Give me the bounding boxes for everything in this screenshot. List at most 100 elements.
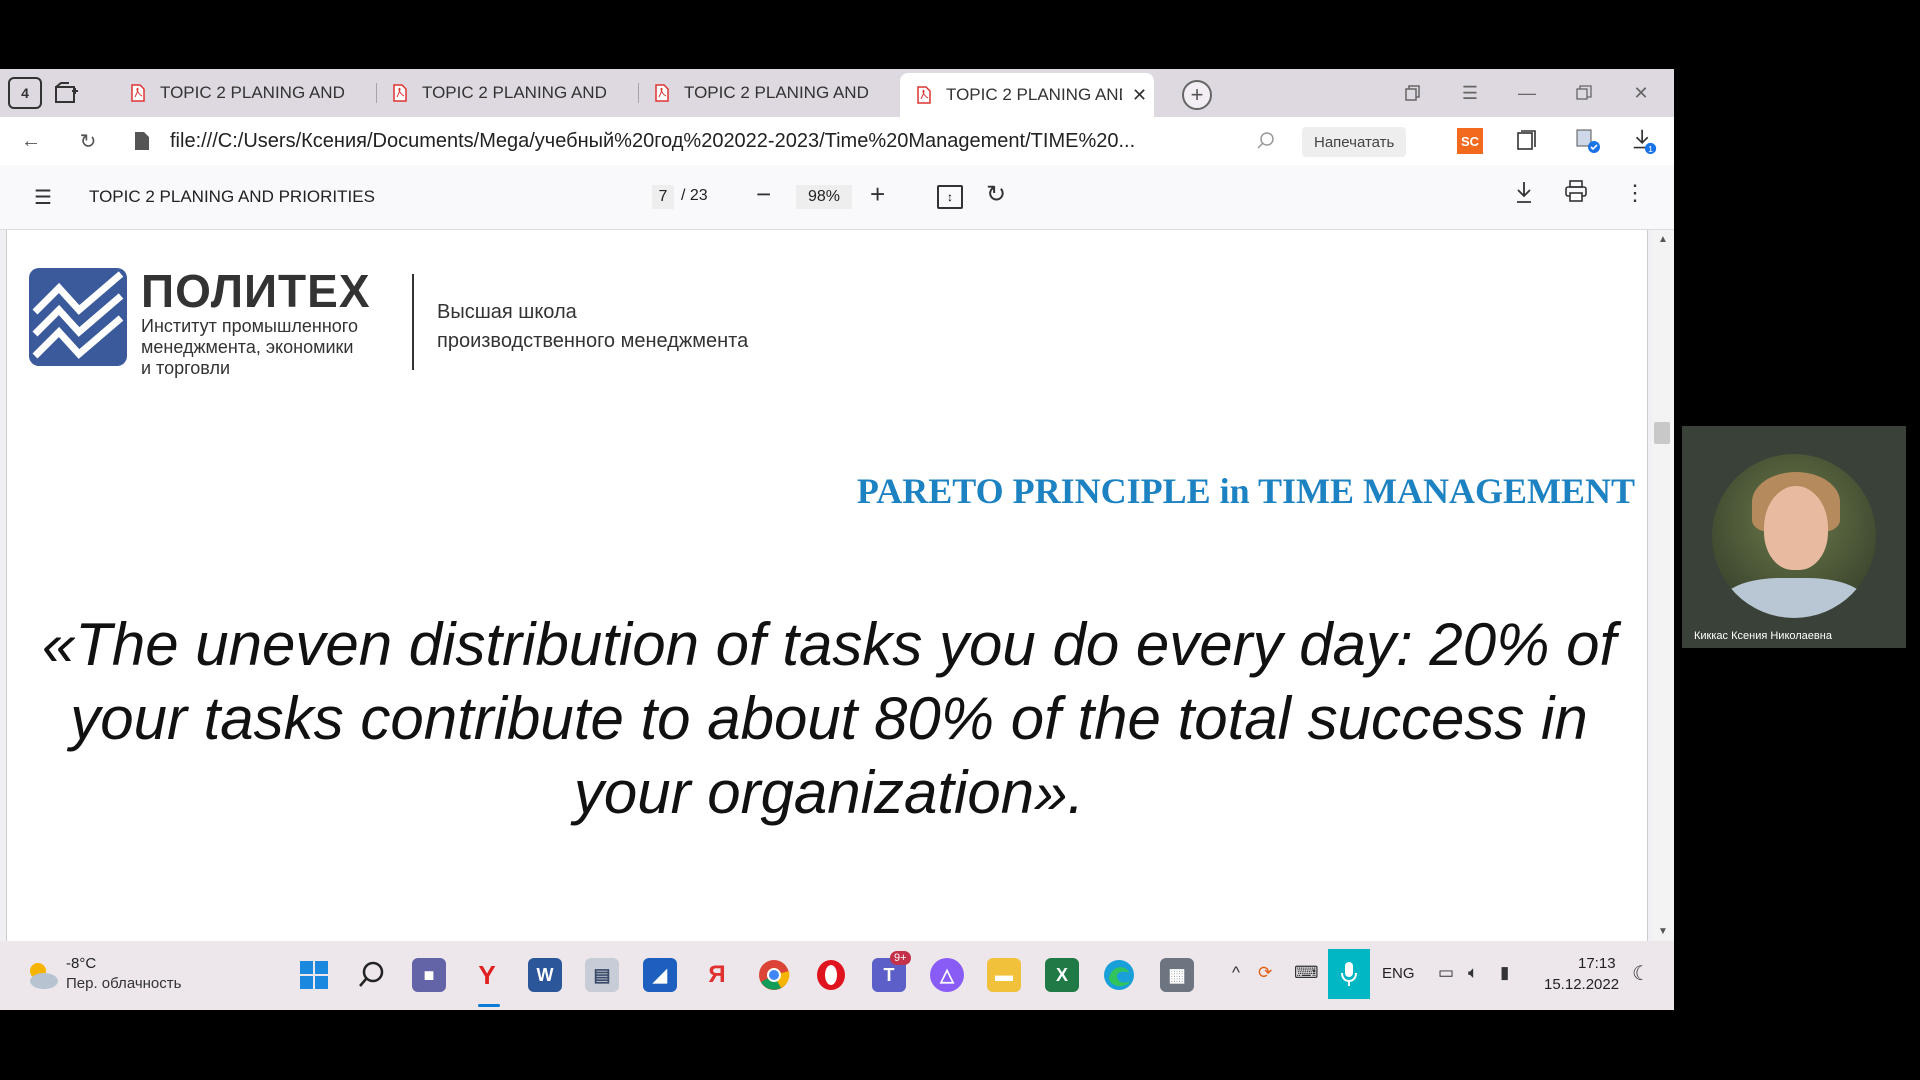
excel-icon[interactable]: X bbox=[1045, 958, 1079, 992]
start-button[interactable] bbox=[297, 958, 331, 992]
address-bar: ← ↻ file:///C:/Users/Ксения/Documents/Me… bbox=[0, 117, 1674, 165]
back-icon[interactable]: ← bbox=[17, 127, 45, 155]
file-icon[interactable] bbox=[128, 127, 156, 155]
slide-title: PARETO PRINCIPLE in TIME MANAGEMENT bbox=[856, 471, 1635, 511]
minimize-icon[interactable]: — bbox=[1507, 79, 1547, 107]
editor-icon[interactable]: ◢ bbox=[643, 958, 677, 992]
tab-label: TOPIC 2 PLANING AND PRIORITIES bbox=[422, 83, 612, 102]
weather-condition: Пер. облачность bbox=[66, 975, 182, 992]
school-name-line: Высшая школа bbox=[437, 301, 577, 323]
clock-date[interactable]: 15.12.2022 bbox=[1544, 976, 1619, 993]
pdf-icon bbox=[655, 84, 669, 102]
opera-icon[interactable] bbox=[814, 958, 848, 992]
weather-icon[interactable] bbox=[24, 959, 60, 991]
microphone-icon[interactable] bbox=[1328, 949, 1370, 999]
word-icon[interactable]: W bbox=[528, 958, 562, 992]
tab-2[interactable]: TOPIC 2 PLANING AND PRIORITIES bbox=[376, 73, 630, 113]
scrollbar[interactable] bbox=[1652, 230, 1674, 941]
tab-manager-icon[interactable]: 4 bbox=[8, 77, 42, 109]
alice-icon[interactable]: △ bbox=[930, 958, 964, 992]
logo-name: ПОЛИТЕХ bbox=[141, 265, 371, 317]
participant-name: Киккас Ксения Николаевна bbox=[1694, 630, 1832, 642]
yandex-browser-icon[interactable]: Y bbox=[470, 958, 504, 992]
pdf-viewport[interactable]: ПОЛИТЕХ Институт промышленного менеджмен… bbox=[0, 230, 1674, 941]
tab-label: TOPIC 2 PLANING AND PRIORITIES bbox=[160, 83, 350, 102]
zoom-in-button[interactable]: + bbox=[870, 179, 885, 210]
new-window-icon[interactable] bbox=[51, 77, 85, 109]
reading-list-icon[interactable] bbox=[1513, 127, 1541, 155]
scanner-icon[interactable]: ▤ bbox=[585, 958, 619, 992]
logo-subtitle-line: Институт промышленного bbox=[141, 316, 358, 336]
downloads-badge: 1 bbox=[1648, 144, 1653, 154]
pdf-toolbar: ☰ TOPIC 2 PLANING AND PRIORITIES 7 / 23 … bbox=[0, 165, 1674, 230]
network-icon[interactable]: ▭ bbox=[1438, 963, 1454, 983]
browser-window: 4 TOPIC 2 PLANING AND PRIORITIES TOPIC 2… bbox=[0, 69, 1674, 1010]
volume-icon[interactable]: 🔈︎ bbox=[1468, 963, 1478, 983]
slide-quote: «The uneven distribution of tasks you do… bbox=[41, 611, 1617, 826]
edge-icon[interactable] bbox=[1102, 958, 1136, 992]
pdf-icon bbox=[393, 84, 407, 102]
politech-logo-icon bbox=[29, 268, 127, 366]
sc-extension-icon[interactable]: SC bbox=[1457, 128, 1483, 154]
collections-icon[interactable] bbox=[1393, 79, 1433, 107]
webcam-preview: Киккас Ксения Николаевна bbox=[1682, 426, 1906, 648]
scroll-up-icon[interactable]: ▲ bbox=[1658, 234, 1668, 245]
downloads-icon[interactable]: 1 bbox=[1630, 127, 1658, 155]
print-icon[interactable] bbox=[1564, 180, 1588, 208]
close-tab-icon[interactable]: ✕ bbox=[1132, 85, 1147, 106]
page-number-input[interactable]: 7 bbox=[652, 185, 674, 209]
scrollbar-thumb[interactable] bbox=[1654, 422, 1670, 444]
clock-time[interactable]: 17:13 bbox=[1578, 955, 1616, 972]
page-total: / 23 bbox=[681, 187, 708, 204]
reload-icon[interactable]: ↻ bbox=[74, 127, 102, 155]
pdf-icon bbox=[131, 84, 145, 102]
extension-icon[interactable] bbox=[1574, 127, 1602, 155]
participant-video bbox=[1712, 454, 1876, 618]
logo-subtitle-line: и торговли bbox=[141, 358, 231, 378]
logo-subtitle: Институт промышленного менеджмента, экон… bbox=[141, 316, 358, 379]
scroll-down-icon[interactable]: ▼ bbox=[1658, 926, 1668, 937]
tab-4-active[interactable]: TOPIC 2 PLANING AND PRIORITIES ✕ bbox=[900, 73, 1154, 117]
school-name-line: производственного менеджмента bbox=[437, 330, 749, 352]
focus-assist-icon[interactable]: ☾ bbox=[1632, 961, 1650, 986]
sync-icon[interactable]: ⟳ bbox=[1258, 963, 1272, 983]
battery-icon[interactable]: ▮ bbox=[1500, 963, 1509, 983]
tab-label: TOPIC 2 PLANING AND PRIORITIES bbox=[684, 83, 874, 102]
new-tab-button[interactable]: + bbox=[1182, 80, 1212, 110]
tab-count: 4 bbox=[21, 85, 29, 101]
temperature: -8°C bbox=[66, 955, 97, 972]
show-hidden-icons[interactable]: ^ bbox=[1232, 963, 1240, 983]
chrome-icon[interactable] bbox=[757, 958, 791, 992]
zoom-out-button[interactable]: − bbox=[756, 179, 771, 210]
tab-1[interactable]: TOPIC 2 PLANING AND PRIORITIES bbox=[114, 73, 368, 113]
participant-face bbox=[1764, 486, 1828, 570]
logo-subtitle-line: менеджмента, экономики bbox=[141, 337, 354, 357]
teams-chat-icon[interactable]: ■ bbox=[412, 958, 446, 992]
browser-menu-icon[interactable]: ☰ bbox=[1450, 79, 1490, 107]
close-window-icon[interactable]: ✕ bbox=[1621, 79, 1661, 107]
search-icon[interactable] bbox=[1252, 127, 1280, 155]
tab-3[interactable]: TOPIC 2 PLANING AND PRIORITIES bbox=[638, 73, 892, 113]
active-app-indicator bbox=[478, 1004, 500, 1007]
download-icon[interactable] bbox=[1514, 180, 1534, 210]
calculator-icon[interactable]: ▦ bbox=[1160, 958, 1194, 992]
fit-page-icon[interactable]: ↕ bbox=[937, 185, 963, 209]
print-button[interactable]: Напечатать bbox=[1302, 127, 1407, 157]
url-field[interactable]: file:///C:/Users/Ксения/Documents/Mega/у… bbox=[170, 130, 1135, 153]
document-title: TOPIC 2 PLANING AND PRIORITIES bbox=[89, 187, 375, 206]
school-name: Высшая школа производственного менеджмен… bbox=[437, 298, 748, 356]
tab-label: TOPIC 2 PLANING AND PRIORITIES bbox=[946, 85, 1122, 104]
menu-icon[interactable]: ☰ bbox=[34, 185, 52, 210]
zoom-level-input[interactable]: 98% bbox=[796, 185, 852, 209]
more-options-icon[interactable]: ⋮ bbox=[1624, 180, 1646, 206]
yandex-icon[interactable]: Я bbox=[700, 958, 734, 992]
rotate-icon[interactable]: ↻ bbox=[986, 180, 1006, 209]
taskbar: -8°C Пер. облачность ■ Y W ▤ ◢ Я T 9+ △ … bbox=[0, 941, 1674, 1010]
participant-shirt bbox=[1722, 578, 1866, 618]
language-indicator[interactable]: ENG bbox=[1382, 965, 1415, 982]
keyboard-icon[interactable]: ⌨ bbox=[1294, 963, 1319, 983]
tab-bar: 4 TOPIC 2 PLANING AND PRIORITIES TOPIC 2… bbox=[0, 69, 1674, 117]
search-taskbar-icon[interactable] bbox=[355, 958, 389, 992]
file-explorer-icon[interactable]: ▬ bbox=[987, 958, 1021, 992]
restore-icon[interactable] bbox=[1564, 79, 1604, 107]
